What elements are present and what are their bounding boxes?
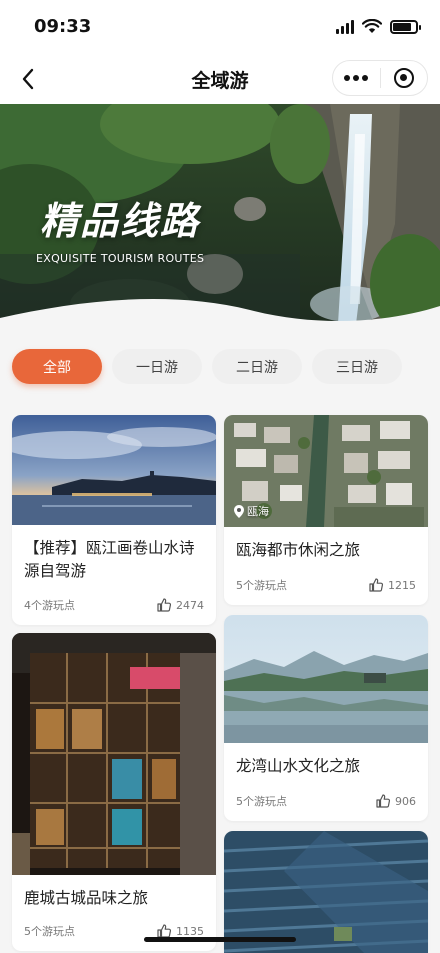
like-button[interactable]: 2474 bbox=[156, 597, 204, 613]
close-button[interactable] bbox=[381, 61, 428, 95]
tab-all[interactable]: 全部 bbox=[12, 349, 102, 384]
card-title: 瓯海都市休闲之旅 bbox=[236, 541, 361, 559]
river-night-scene-image bbox=[12, 415, 216, 525]
card-title: 【推荐】瓯江画卷山水诗源自驾游 bbox=[24, 539, 195, 580]
mini-program-capsule bbox=[332, 60, 428, 96]
card-title: 龙湾山水文化之旅 bbox=[236, 757, 361, 775]
location-tag: 瓯海 bbox=[234, 503, 269, 519]
duration-tabs: 全部 一日游 二日游 三日游 bbox=[12, 349, 402, 384]
location-pin-icon bbox=[234, 504, 244, 518]
spots-count: 5个游玩点 bbox=[236, 795, 287, 808]
spots-count: 5个游玩点 bbox=[236, 579, 287, 592]
route-card[interactable] bbox=[224, 831, 428, 953]
status-icons bbox=[336, 19, 421, 34]
blue-tiled-roofs-image bbox=[224, 831, 428, 953]
spots-count: 5个游玩点 bbox=[24, 925, 75, 938]
card-meta: 4个游玩点 2474 bbox=[24, 597, 204, 613]
target-icon bbox=[393, 68, 414, 88]
banner-subtitle: EXQUISITE TOURISM ROUTES bbox=[36, 252, 205, 265]
signal-icon bbox=[336, 19, 354, 34]
status-time: 09:33 bbox=[34, 16, 92, 37]
battery-icon bbox=[390, 19, 421, 34]
route-card[interactable]: 龙湾山水文化之旅 5个游玩点 906 bbox=[224, 615, 428, 821]
card-title: 鹿城古城品味之旅 bbox=[24, 889, 149, 907]
like-count: 1215 bbox=[388, 578, 416, 592]
tab-two-day[interactable]: 二日游 bbox=[212, 349, 302, 384]
more-dots-icon bbox=[344, 75, 369, 81]
location-name: 瓯海 bbox=[247, 505, 269, 518]
banner-title: 精品线路 bbox=[40, 198, 201, 243]
tab-three-day[interactable]: 三日游 bbox=[312, 349, 402, 384]
tab-one-day[interactable]: 一日游 bbox=[112, 349, 202, 384]
route-card[interactable]: 瓯海 瓯海都市休闲之旅 5个游玩点 1215 bbox=[224, 415, 428, 605]
nav-bar: 全域游 bbox=[0, 54, 440, 104]
aerial-town-image: 瓯海 bbox=[224, 415, 428, 527]
lake-mountains-image bbox=[224, 615, 428, 743]
card-meta: 5个游玩点 1215 bbox=[236, 577, 416, 593]
like-count: 2474 bbox=[176, 598, 204, 612]
thumbs-up-icon bbox=[376, 794, 391, 808]
route-card[interactable]: 鹿城古城品味之旅 5个游玩点 1135 bbox=[12, 633, 216, 951]
status-bar: 09:33 bbox=[0, 0, 440, 54]
thumbs-up-icon bbox=[157, 598, 172, 612]
like-count: 1135 bbox=[176, 924, 204, 938]
like-button[interactable]: 906 bbox=[375, 793, 416, 809]
spots-count: 4个游玩点 bbox=[24, 599, 75, 612]
like-count: 906 bbox=[395, 794, 416, 808]
banner[interactable]: 精品线路 EXQUISITE TOURISM ROUTES bbox=[0, 104, 440, 340]
home-indicator[interactable] bbox=[144, 937, 296, 942]
more-button[interactable] bbox=[333, 61, 380, 95]
route-card[interactable]: 【推荐】瓯江画卷山水诗源自驾游 4个游玩点 2474 bbox=[12, 415, 216, 625]
lit-glass-building-image bbox=[12, 633, 216, 875]
wifi-icon bbox=[362, 19, 382, 33]
banner-wave bbox=[0, 298, 440, 340]
thumbs-up-icon bbox=[369, 578, 384, 592]
like-button[interactable]: 1215 bbox=[368, 577, 416, 593]
card-meta: 5个游玩点 906 bbox=[236, 793, 416, 809]
